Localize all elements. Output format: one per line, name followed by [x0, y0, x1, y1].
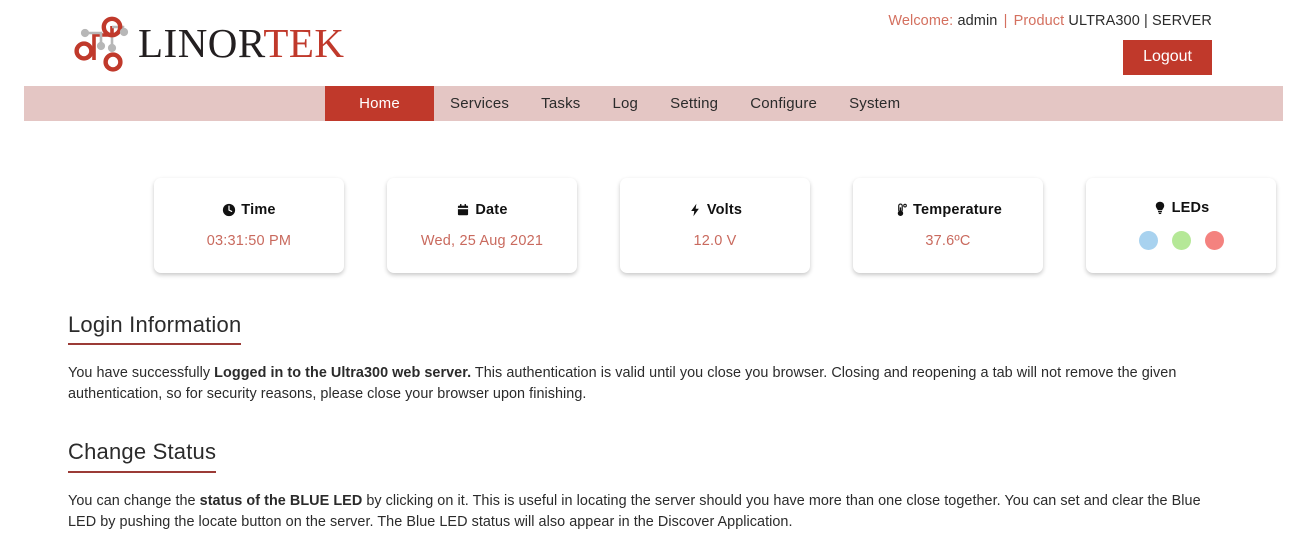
nav-item-home[interactable]: Home [325, 86, 434, 121]
card-label-leds: LEDs [1171, 199, 1210, 216]
card-title-time: Time [222, 203, 275, 218]
bolt-icon [688, 203, 702, 217]
clock-icon [222, 203, 236, 217]
brand-wordmark-red: TEK [263, 19, 345, 66]
status-card-leds: LEDs [1086, 178, 1276, 273]
logout-button[interactable]: Logout [1123, 40, 1212, 75]
login-para-part-1: You have successfully [68, 365, 215, 382]
device-role: SERVER [1152, 13, 1212, 29]
card-title-date: Date [456, 203, 507, 218]
card-title-volts: Volts [688, 203, 742, 218]
status-card-row: Time 03:31:50 PM Date Wed, 25 Aug 2021 V… [154, 178, 1276, 273]
nav-item-setting[interactable]: Setting [654, 86, 734, 121]
main-content: Login Information You have successfully … [68, 312, 1228, 533]
page-header: LINORTEK Welcome: admin | Product ULTRA3… [0, 0, 1292, 86]
card-label-time: Time [241, 202, 276, 218]
card-title-temperature: Temperature [894, 203, 1002, 218]
welcome-label: Welcome: [888, 13, 954, 29]
red-led[interactable] [1204, 231, 1224, 251]
thermometer-icon [894, 203, 908, 217]
card-value-temperature: 37.6ºC [925, 232, 971, 249]
green-led[interactable] [1171, 231, 1191, 251]
brand-wordmark: LINORTEK [138, 19, 345, 66]
lightbulb-icon [1153, 201, 1167, 215]
welcome-separator-1: | [1003, 13, 1008, 29]
login-information-heading: Login Information [68, 312, 242, 346]
card-value-date: Wed, 25 Aug 2021 [420, 232, 544, 249]
card-value-volts: 12.0 V [693, 232, 737, 249]
brand-logo[interactable]: LINORTEK [72, 14, 345, 72]
nav-item-system[interactable]: System [833, 86, 916, 121]
brand-wordmark-dark: LINOR [138, 19, 264, 66]
nav-item-log[interactable]: Log [596, 86, 654, 121]
login-para-bold: Logged in to the Ultra300 web server. [214, 365, 472, 382]
nav-item-tasks[interactable]: Tasks [525, 86, 596, 121]
change-status-section: Change Status You can change the status … [68, 439, 1228, 532]
product-label: Product [1013, 13, 1065, 29]
card-label-volts: Volts [706, 202, 743, 218]
status-para-bold: status of the BLUE LED [199, 492, 363, 509]
card-value-time: 03:31:50 PM [206, 232, 292, 249]
status-card-temperature: Temperature 37.6ºC [853, 178, 1043, 273]
welcome-separator-2: | [1144, 13, 1148, 29]
product-value: ULTRA300 [1068, 13, 1140, 29]
welcome-username: admin [957, 13, 998, 29]
nav-item-services[interactable]: Services [434, 86, 525, 121]
change-status-paragraph: You can change the status of the BLUE LE… [68, 491, 1228, 533]
change-status-heading: Change Status [68, 439, 217, 473]
led-indicator-row [1138, 231, 1224, 251]
login-information-paragraph: You have successfully Logged in to the U… [68, 363, 1228, 405]
status-card-volts: Volts 12.0 V [620, 178, 810, 273]
circuit-network-icon [72, 14, 134, 72]
status-card-time: Time 03:31:50 PM [154, 178, 344, 273]
calendar-icon [456, 203, 470, 217]
nav-item-configure[interactable]: Configure [734, 86, 833, 121]
card-label-date: Date [475, 202, 508, 218]
card-label-temperature: Temperature [913, 202, 1002, 218]
main-navigation: Home Services Tasks Log Setting Configur… [24, 86, 1283, 121]
status-para-part-1: You can change the [68, 492, 200, 509]
welcome-bar: Welcome: admin | Product ULTRA300 | SERV… [888, 13, 1212, 29]
status-card-date: Date Wed, 25 Aug 2021 [387, 178, 577, 273]
card-title-leds: LEDs [1153, 201, 1210, 216]
blue-led[interactable] [1138, 231, 1158, 251]
